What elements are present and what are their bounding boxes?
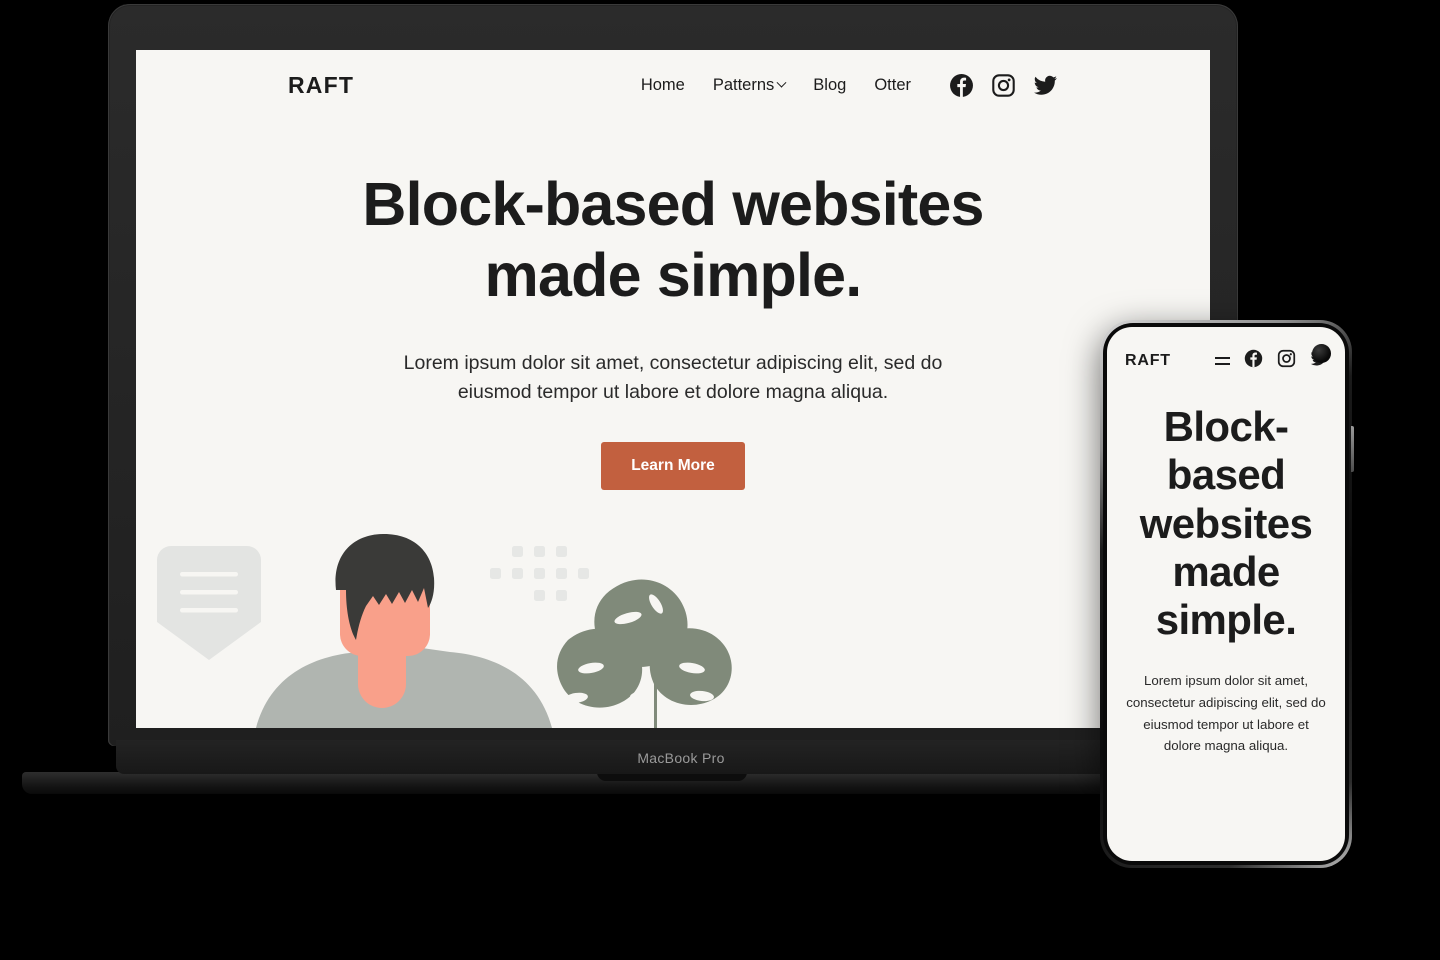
- laptop-device: RAFT Home Patterns Blog Otter Block-base…: [22, 4, 1322, 794]
- nav-item-blog[interactable]: Blog: [813, 76, 846, 95]
- nav-item-home[interactable]: Home: [641, 76, 685, 95]
- phone-device: RAFT Block-based websites made simple. L…: [1100, 320, 1354, 868]
- instagram-icon[interactable]: [991, 73, 1016, 98]
- hamburger-icon[interactable]: [1215, 357, 1230, 365]
- twitter-icon[interactable]: [1033, 73, 1058, 98]
- facebook-icon[interactable]: [1244, 349, 1263, 373]
- chevron-down-icon: [776, 77, 787, 88]
- phone-side-button[interactable]: [1351, 426, 1354, 472]
- laptop-brand-label: MacBook Pro: [637, 750, 725, 766]
- instagram-icon[interactable]: [1277, 349, 1296, 373]
- laptop-screen: RAFT Home Patterns Blog Otter Block-base…: [136, 50, 1210, 728]
- site-header: RAFT Home Patterns Blog Otter: [136, 50, 1210, 117]
- phone-screen: RAFT Block-based websites made simple. L…: [1107, 327, 1345, 861]
- facebook-icon[interactable]: [949, 73, 974, 98]
- website-viewport: RAFT Home Patterns Blog Otter Block-base…: [136, 50, 1210, 728]
- nav-item-otter-label: Otter: [874, 76, 911, 94]
- shield-menu-icon: [157, 546, 261, 660]
- hamburger-line: [1215, 357, 1230, 359]
- phone-camera-punchhole: [1312, 344, 1331, 363]
- laptop-chin: MacBook Pro: [116, 740, 1246, 774]
- phone-logo[interactable]: RAFT: [1125, 352, 1171, 370]
- nav-item-blog-label: Blog: [813, 76, 847, 94]
- nav-item-patterns[interactable]: Patterns: [712, 76, 787, 95]
- hero-subtitle: Lorem ipsum dolor sit amet, consectetur …: [403, 351, 943, 403]
- laptop-lid: RAFT Home Patterns Blog Otter Block-base…: [108, 4, 1246, 774]
- social-links: [949, 73, 1058, 98]
- dot-grid: [490, 546, 589, 601]
- nav-item-patterns-label: Patterns: [712, 76, 775, 94]
- primary-nav: Home Patterns Blog Otter: [641, 73, 1058, 98]
- nav-item-home-label: Home: [640, 76, 685, 94]
- learn-more-button[interactable]: Learn More: [601, 442, 745, 490]
- person-figure: [256, 534, 552, 728]
- hero-section: Block-based websites made simple. Lorem …: [136, 117, 1210, 490]
- phone-hero-section: Block-based websites made simple. Lorem …: [1107, 383, 1345, 757]
- hero-title: Block-based websites made simple.: [362, 170, 984, 309]
- monstera-plant: [557, 579, 732, 728]
- phone-hero-subtitle: Lorem ipsum dolor sit amet, consectetur …: [1126, 673, 1326, 754]
- hero-illustration: [136, 528, 1210, 728]
- phone-header: RAFT: [1107, 327, 1345, 383]
- hamburger-line: [1215, 363, 1230, 365]
- phone-hero-title: Block-based websites made simple.: [1139, 403, 1313, 644]
- mockup-stage: RAFT Home Patterns Blog Otter Block-base…: [0, 0, 1440, 960]
- nav-item-otter[interactable]: Otter: [874, 76, 911, 95]
- site-logo[interactable]: RAFT: [288, 72, 354, 99]
